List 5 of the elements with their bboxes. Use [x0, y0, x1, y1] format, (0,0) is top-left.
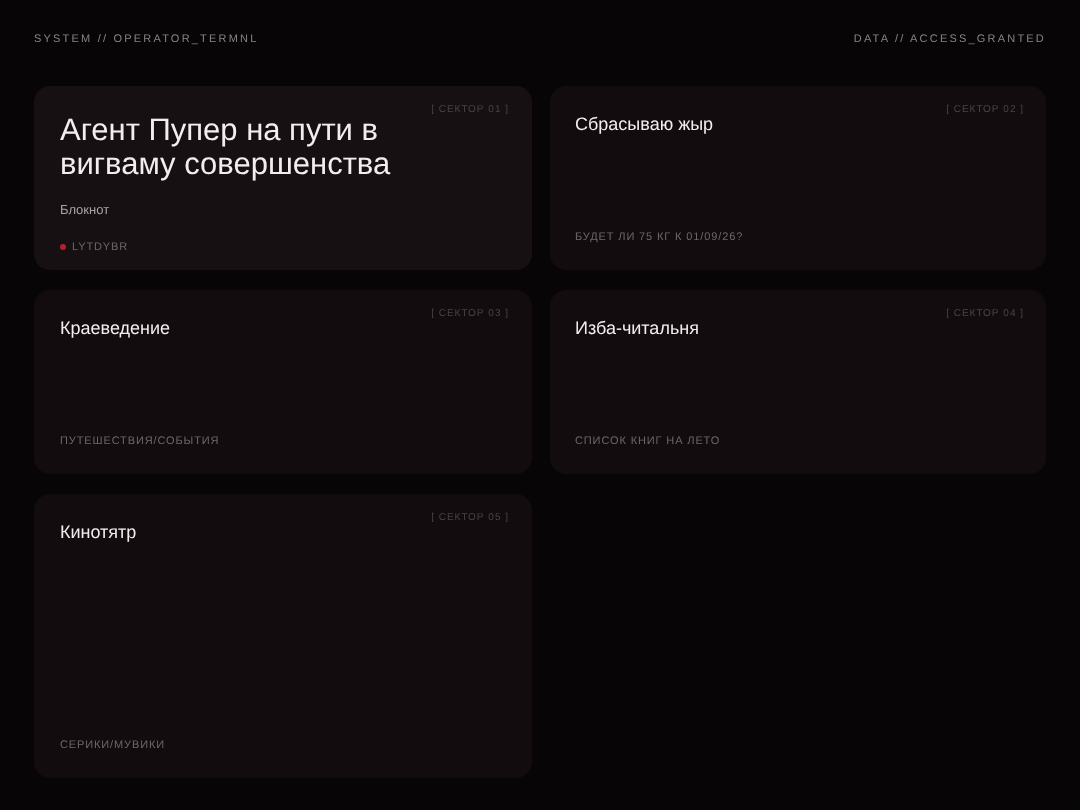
- card-title: Сбрасываю жыр: [575, 112, 716, 138]
- card-title: Изба-читальня: [575, 316, 701, 342]
- card-title: Кинотятр: [60, 520, 139, 546]
- card-title: Краеведение: [60, 316, 173, 342]
- card-title: Агент Пупер на пути в вигваму совершенства: [60, 114, 393, 182]
